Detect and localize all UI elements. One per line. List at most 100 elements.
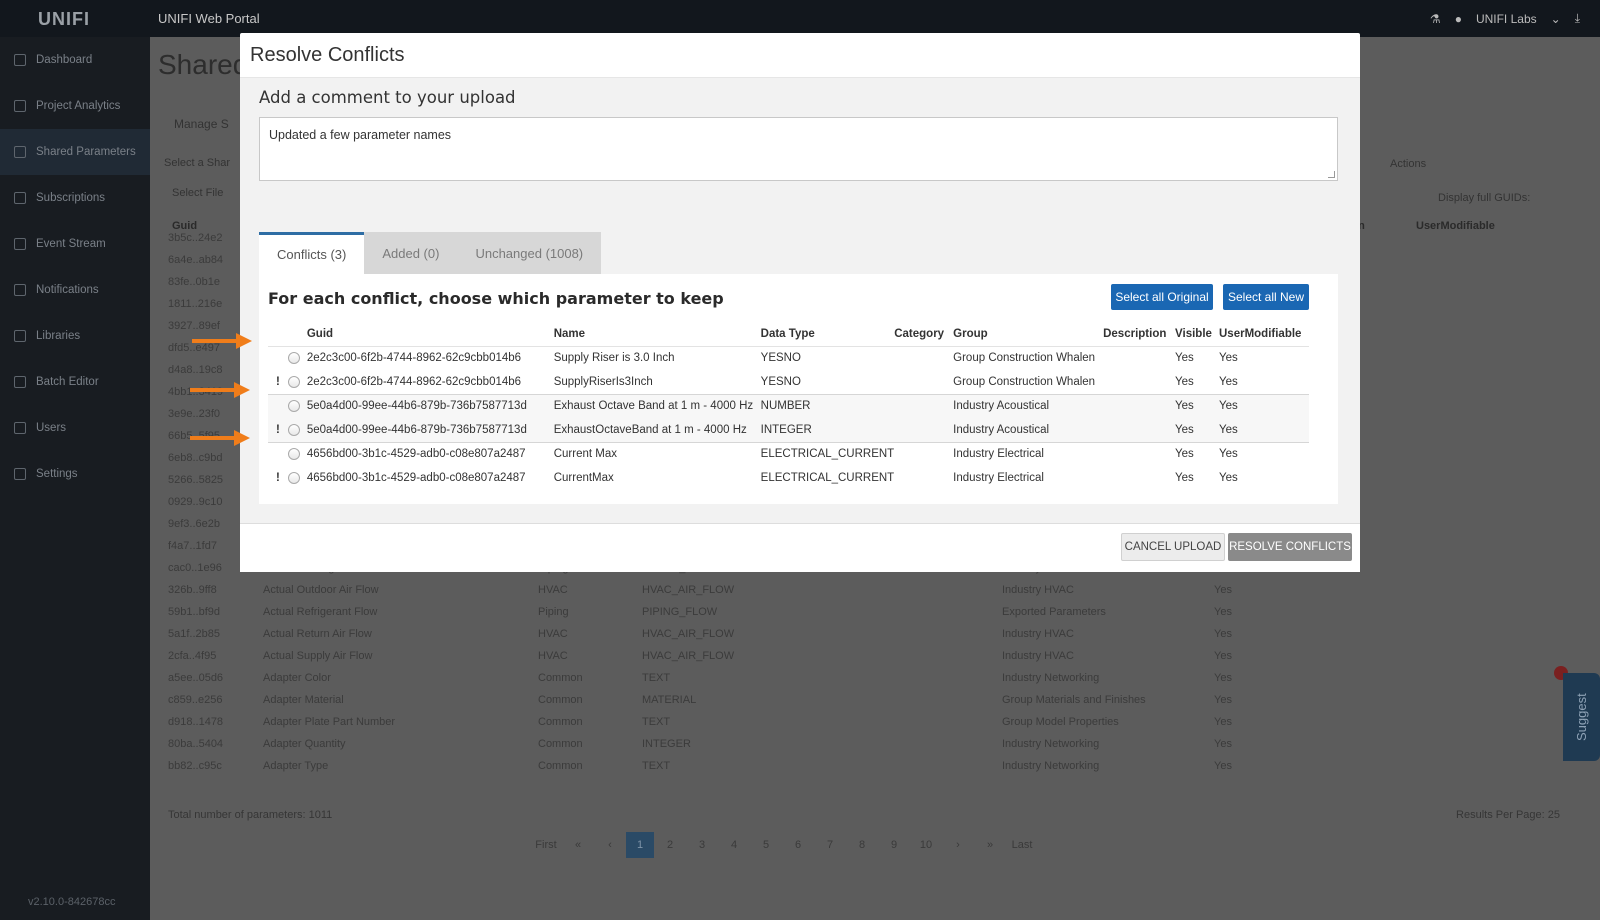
chevron-down-icon[interactable]: ⌄: [1551, 12, 1561, 26]
page-link[interactable]: 8: [846, 832, 878, 858]
table-cell: HVAC_AIR_FLOW: [642, 584, 735, 596]
keep-radio[interactable]: [287, 423, 300, 436]
mark-header: [268, 322, 288, 347]
page-link[interactable]: 1: [626, 832, 654, 858]
app-logo[interactable]: UNIFI: [38, 9, 90, 30]
table-cell: MATERIAL: [642, 694, 697, 706]
comment-textarea[interactable]: Updated a few parameter names: [259, 117, 1338, 181]
page-link[interactable]: Last: [1006, 832, 1038, 858]
column-visible[interactable]: Visible: [1175, 322, 1219, 347]
page-link[interactable]: First: [530, 832, 562, 858]
resolve-conflicts-button[interactable]: RESOLVE CONFLICTS: [1228, 533, 1352, 561]
select-all-original-button[interactable]: Select all Original: [1111, 284, 1213, 310]
conflict-row-original[interactable]: 2e2c3c00-6f2b-4744-8962-62c9cbb014b6 Supp…: [268, 346, 1309, 370]
display-full-guids-label: Display full GUIDs:: [1438, 192, 1531, 204]
radio-cell: [287, 370, 307, 394]
page-link[interactable]: 10: [910, 832, 942, 858]
page-link[interactable]: 6: [782, 832, 814, 858]
table-row[interactable]: bb82..c95c Adapter Type Common TEXT Industry…: [168, 755, 1558, 777]
table-row[interactable]: 326b..9ff8 Actual Outdoor Air Flow HVAC HVA…: [168, 579, 1558, 601]
download-icon[interactable]: ⤓: [1575, 11, 1580, 26]
table-cell: INTEGER: [642, 738, 691, 750]
keep-radio[interactable]: [287, 400, 300, 413]
cell-guid: 2e2c3c00-6f2b-4744-8962-62c9cbb014b6: [306, 352, 522, 365]
column-usermodifiable[interactable]: UserModifiable: [1219, 322, 1309, 347]
table-cell: Yes: [1214, 606, 1232, 618]
sidebar-item-users[interactable]: Users: [0, 405, 150, 451]
sidebar-item-notifications[interactable]: Notifications: [0, 267, 150, 313]
table-row[interactable]: 80ba..5404 Adapter Quantity Common INTEGER I…: [168, 733, 1558, 755]
table-cell: 59b1..bf9d: [168, 606, 220, 618]
changed-marker: [268, 393, 288, 418]
page-link[interactable]: «: [562, 832, 594, 858]
tab-conflicts[interactable]: Conflicts (3): [259, 232, 365, 274]
modal-title: Resolve Conflicts: [240, 33, 1360, 78]
sidebar-item-libraries[interactable]: Libraries: [0, 313, 150, 359]
results-per-page-label: Results Per Page:: [1456, 809, 1545, 821]
page-link[interactable]: 9: [878, 832, 910, 858]
arrow-annotation: [190, 430, 250, 446]
table-row[interactable]: d918..1478 Adapter Plate Part Number Commo…: [168, 711, 1558, 733]
select-all-new-button[interactable]: Select all New: [1223, 284, 1309, 310]
table-row[interactable]: 2cfa..4f95 Actual Supply Air Flow HVAC HVAC…: [168, 645, 1558, 667]
conflict-row-new[interactable]: ! 4656bd00-3b1c-4529-adb0-c08e807a2487 Cur…: [268, 466, 1309, 490]
page-link[interactable]: ›: [942, 832, 974, 858]
table-row[interactable]: a5ee..05d6 Adapter Color Common TEXT Industr…: [168, 667, 1558, 689]
sidebar-item-project-analytics[interactable]: Project Analytics: [0, 83, 150, 129]
cell-description: [1103, 393, 1176, 418]
sidebar-item-label: Batch Editor: [36, 376, 99, 388]
sidebar-item-subscriptions[interactable]: Subscriptions: [0, 175, 150, 221]
tab-unchanged[interactable]: Unchanged (1008): [457, 232, 602, 274]
select-file-button[interactable]: Select File: [172, 187, 223, 199]
sidebar-item-dashboard[interactable]: Dashboard: [0, 37, 150, 83]
column-description[interactable]: Description: [1103, 322, 1176, 347]
table-cell: Industry HVAC: [1002, 628, 1074, 640]
tab-manage[interactable]: Manage S: [174, 117, 229, 131]
table-cell: Yes: [1214, 716, 1232, 728]
table-cell: 326b..9ff8: [168, 584, 217, 596]
table-cell: PIPING_FLOW: [642, 606, 718, 618]
tab-added[interactable]: Added (0): [364, 232, 458, 274]
cell-name: ExhaustOctaveBand at 1 m - 4000 Hz: [553, 418, 761, 442]
table-cell: Common: [538, 760, 583, 772]
page-link[interactable]: 2: [654, 832, 686, 858]
keep-radio[interactable]: [287, 375, 300, 388]
page-link[interactable]: 5: [750, 832, 782, 858]
page-link[interactable]: 4: [718, 832, 750, 858]
page-link[interactable]: 3: [686, 832, 718, 858]
cell-data-type: ELECTRICAL_CURRENT: [760, 441, 895, 466]
conflict-row-new[interactable]: ! 5e0a4d00-99ee-44b6-879b-736b7587713d Exh…: [268, 418, 1309, 442]
column-group[interactable]: Group: [953, 322, 1104, 347]
actions-dropdown[interactable]: Actions: [1390, 158, 1426, 170]
keep-radio[interactable]: [287, 471, 300, 484]
sidebar-item-batch-editor[interactable]: Batch Editor: [0, 359, 150, 405]
keep-radio[interactable]: [287, 352, 300, 365]
conflict-row-original[interactable]: 4656bd00-3b1c-4529-adb0-c08e807a2487 Curr…: [268, 441, 1309, 466]
column-guid[interactable]: Guid: [306, 322, 554, 347]
suggest-tab[interactable]: Suggest: [1563, 673, 1600, 761]
page-link[interactable]: »: [974, 832, 1006, 858]
table-cell: HVAC: [538, 628, 568, 640]
cancel-upload-button[interactable]: CANCEL UPLOAD: [1121, 533, 1225, 561]
table-row[interactable]: 5a1f..2b85 Actual Return Air Flow HVAC HVAC…: [168, 623, 1558, 645]
cell-name: Current Max: [553, 441, 761, 466]
results-per-page-select[interactable]: 25: [1548, 809, 1560, 821]
keep-radio[interactable]: [287, 448, 300, 461]
conflict-row-new[interactable]: ! 2e2c3c00-6f2b-4744-8962-62c9cbb014b6 Sup…: [268, 370, 1309, 394]
column-category[interactable]: Category: [894, 322, 954, 347]
page-link[interactable]: 7: [814, 832, 846, 858]
table-row[interactable]: c859..e256 Adapter Material Common MATERIAL…: [168, 689, 1558, 711]
table-row[interactable]: 59b1..bf9d Actual Refrigerant Flow Piping P…: [168, 601, 1558, 623]
sidebar-item-settings[interactable]: Settings: [0, 451, 150, 497]
account-menu[interactable]: UNIFI Labs: [1476, 12, 1537, 26]
page-link[interactable]: ‹: [594, 832, 626, 858]
conflict-row-original[interactable]: 5e0a4d00-99ee-44b6-879b-736b7587713d Exha…: [268, 393, 1309, 418]
resize-handle[interactable]: [1328, 171, 1335, 178]
column-name[interactable]: Name: [553, 322, 761, 347]
sidebar-item-shared-parameters[interactable]: Shared Parameters: [0, 129, 150, 175]
flask-icon[interactable]: ⚗: [1430, 12, 1441, 26]
cell-name: Exhaust Octave Band at 1 m - 4000 Hz: [553, 393, 761, 418]
sidebar-item-event-stream[interactable]: Event Stream: [0, 221, 150, 267]
column-data-type[interactable]: Data Type: [760, 322, 895, 347]
page-title: Shared: [158, 49, 249, 80]
